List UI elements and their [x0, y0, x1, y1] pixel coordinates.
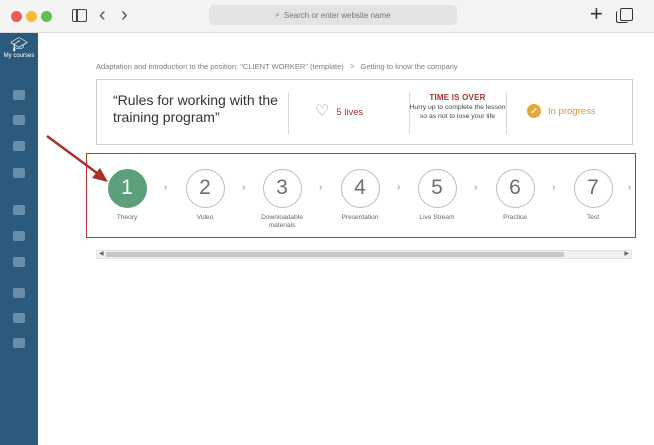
divider: [506, 92, 507, 134]
menu-icon: [13, 168, 25, 178]
sidebar-item[interactable]: [0, 141, 38, 159]
sidebar-item[interactable]: [0, 205, 38, 223]
step-number: 7: [573, 169, 613, 208]
step-label: Downloadable materials: [261, 214, 303, 229]
step-label: Presentation: [341, 214, 379, 221]
address-bar[interactable]: ⌕ Search or enter website name: [209, 5, 457, 25]
sidebar-item[interactable]: [0, 168, 38, 186]
lesson-steps: 1 Theory › 2 Video › 3 Downloadable mate…: [86, 153, 636, 238]
menu-icon: [13, 205, 25, 215]
scrollbar-thumb[interactable]: [106, 252, 564, 257]
menu-icon: [13, 231, 25, 241]
step-theory[interactable]: 1 Theory: [92, 169, 162, 222]
sidebar-item-label: My courses: [3, 53, 35, 59]
sidebar-item[interactable]: [0, 90, 38, 108]
search-icon: ⌕: [275, 10, 280, 19]
status-indicator: ✓ In progress: [527, 104, 596, 118]
step-number: 4: [340, 169, 380, 208]
step-number: 6: [495, 169, 535, 208]
sidebar-icon[interactable]: [72, 9, 87, 22]
sidebar-item[interactable]: [0, 257, 38, 275]
chevron-left-icon[interactable]: ‹: [99, 5, 106, 25]
menu-icon: [13, 288, 25, 298]
step-label: Video: [196, 214, 214, 221]
time-over-text: Hurry up to complete the lesson so as no…: [409, 104, 506, 120]
chevron-right-icon: ›: [397, 182, 401, 193]
time-over-notice: TIME IS OVER Hurry up to complete the le…: [409, 93, 506, 121]
sidebar-item[interactable]: [0, 288, 38, 306]
menu-icon: [13, 313, 25, 323]
step-label: Practice: [503, 214, 527, 221]
step-practice[interactable]: 6 Practice: [480, 169, 550, 222]
chevron-right-icon: ›: [164, 182, 168, 193]
sidebar-item[interactable]: [0, 338, 38, 356]
step-downloadable-materials[interactable]: 3 Downloadable materials: [247, 169, 317, 230]
step-test[interactable]: 7 Test: [558, 169, 628, 222]
menu-icon: [13, 338, 25, 348]
step-label: Test: [586, 214, 600, 221]
graduation-cap-icon: 🎓︎: [10, 36, 28, 52]
step-label: Theory: [116, 214, 138, 221]
step-number: 3: [262, 169, 302, 208]
chevron-right-icon: ›: [628, 182, 632, 193]
chevron-right-icon[interactable]: ›: [121, 5, 128, 25]
breadcrumb-separator: >: [349, 62, 355, 71]
breadcrumb-course-link[interactable]: Adaptation and introduction to the posit…: [96, 62, 344, 71]
step-live-stream[interactable]: 5 Live Stream: [402, 169, 472, 222]
chevron-right-icon: ›: [552, 182, 556, 193]
close-window-button[interactable]: [11, 11, 22, 22]
chevron-right-icon: ›: [242, 182, 246, 193]
lesson-title: “Rules for working with the training pro…: [113, 92, 278, 125]
menu-icon: [13, 141, 25, 151]
sidebar-item[interactable]: [0, 313, 38, 331]
menu-icon: [13, 90, 25, 100]
step-number: 1: [107, 169, 147, 208]
scroll-left-icon[interactable]: ◀: [99, 251, 104, 258]
scroll-right-icon[interactable]: ▶: [624, 251, 629, 258]
time-over-title: TIME IS OVER: [429, 93, 486, 102]
divider: [288, 92, 289, 134]
lives-indicator: ♡ 5 lives: [315, 104, 363, 120]
menu-icon: [13, 257, 25, 267]
breadcrumb: Adaptation and introduction to the posit…: [96, 62, 458, 71]
minimize-window-button[interactable]: [26, 11, 37, 22]
chevron-right-icon: ›: [319, 182, 323, 193]
sidebar-item[interactable]: [0, 115, 38, 133]
browser-toolbar: ‹ › ⌕ Search or enter website name +: [0, 0, 654, 33]
lesson-info-card: “Rules for working with the training pro…: [96, 79, 633, 145]
check-circle-icon: ✓: [527, 104, 541, 118]
step-video[interactable]: 2 Video: [170, 169, 240, 222]
sidebar-item-my-courses[interactable]: 🎓︎ My courses: [0, 33, 38, 66]
horizontal-scrollbar[interactable]: ◀ ▶: [96, 250, 632, 259]
heart-icon: ♡: [315, 103, 330, 120]
step-label: Live Stream: [419, 214, 455, 221]
breadcrumb-lesson-link[interactable]: Getting to know the company: [360, 62, 457, 71]
plus-icon[interactable]: +: [590, 2, 603, 26]
step-number: 5: [417, 169, 457, 208]
menu-icon: [13, 115, 25, 125]
maximize-window-button[interactable]: [41, 11, 52, 22]
status-label: In progress: [548, 105, 596, 117]
step-number: 2: [185, 169, 225, 208]
tabs-icon[interactable]: [616, 8, 633, 23]
sidebar-item[interactable]: [0, 231, 38, 249]
step-presentation[interactable]: 4 Presentation: [325, 169, 395, 222]
app-sidebar: 🎓︎ My courses: [0, 33, 38, 445]
chevron-right-icon: ›: [474, 182, 478, 193]
address-placeholder: Search or enter website name: [283, 10, 391, 20]
lives-label: 5 lives: [336, 106, 364, 118]
